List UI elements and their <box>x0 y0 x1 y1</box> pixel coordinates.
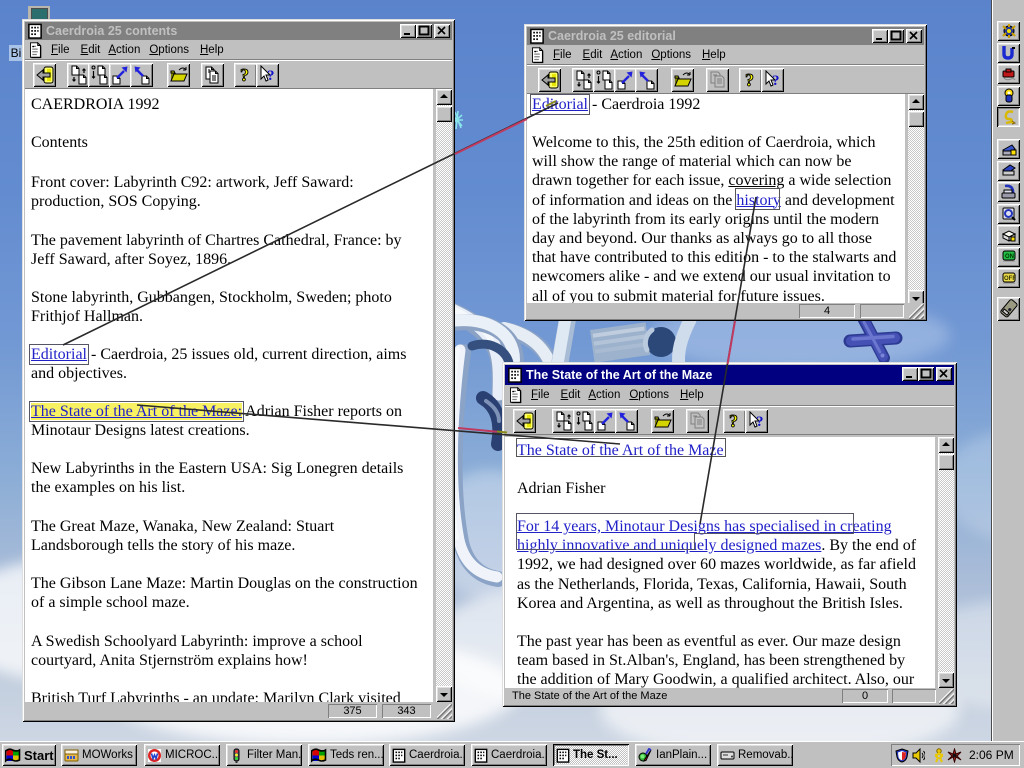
svg-text:ON: ON <box>1005 254 1014 260</box>
svg-text:OFF: OFF <box>1004 276 1016 282</box>
